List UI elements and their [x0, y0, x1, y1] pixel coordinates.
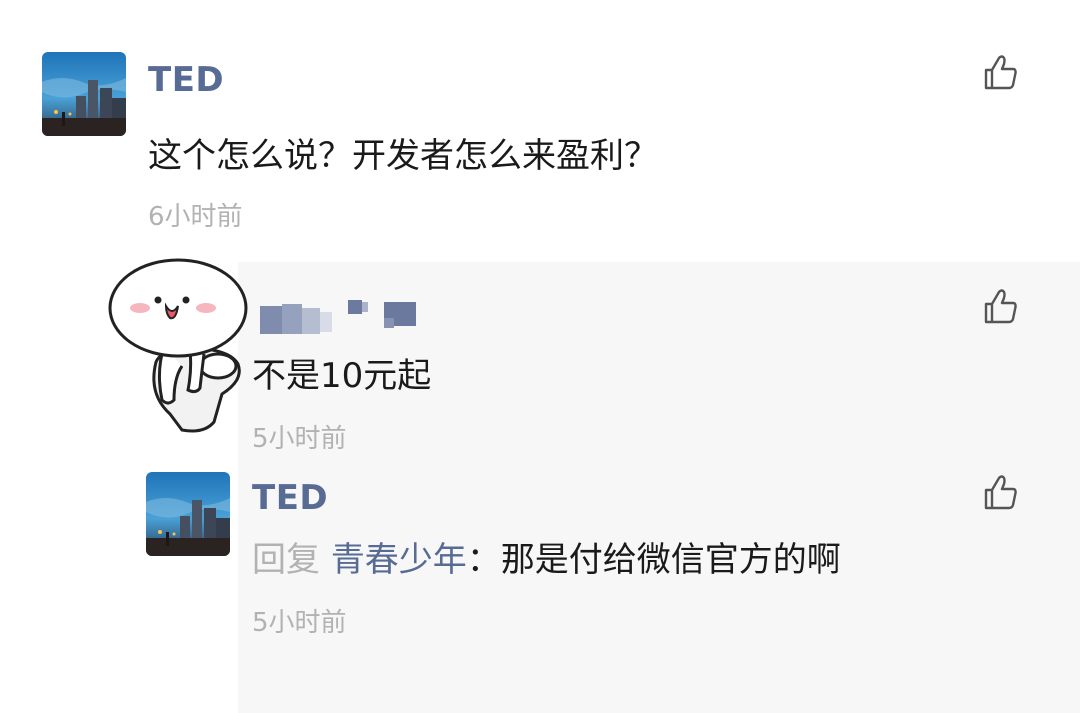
cartoon-sticker-avatar[interactable]: [104, 254, 264, 446]
thumbs-up-icon[interactable]: [980, 472, 1020, 512]
reply-text-line: 回复 青春少年：那是付给微信官方的啊: [252, 532, 841, 581]
thumbs-up-icon[interactable]: [980, 52, 1020, 92]
comment-timestamp: 6小时前: [148, 202, 243, 232]
avatar[interactable]: [42, 52, 126, 136]
city-night-avatar-image: [42, 52, 126, 136]
reply-label: 回复: [252, 540, 320, 580]
comment-text: 这个怎么说？开发者怎么来盈利？: [148, 136, 658, 176]
comment-username[interactable]: TED: [252, 478, 328, 518]
city-night-avatar-image: [146, 472, 230, 556]
thumbs-up-icon[interactable]: [980, 286, 1020, 326]
comment-timestamp: 5小时前: [252, 608, 347, 638]
reply-target-username[interactable]: 青春少年: [331, 540, 467, 580]
comment-username[interactable]: TED: [148, 60, 224, 100]
avatar[interactable]: [146, 472, 230, 556]
comment-text: 不是10元起: [252, 356, 432, 396]
comment-text: 那是付给微信官方的啊: [500, 540, 841, 580]
reply-separator: ：: [466, 540, 501, 580]
blurred-username[interactable]: [258, 296, 428, 336]
comment-timestamp: 5小时前: [252, 424, 347, 454]
